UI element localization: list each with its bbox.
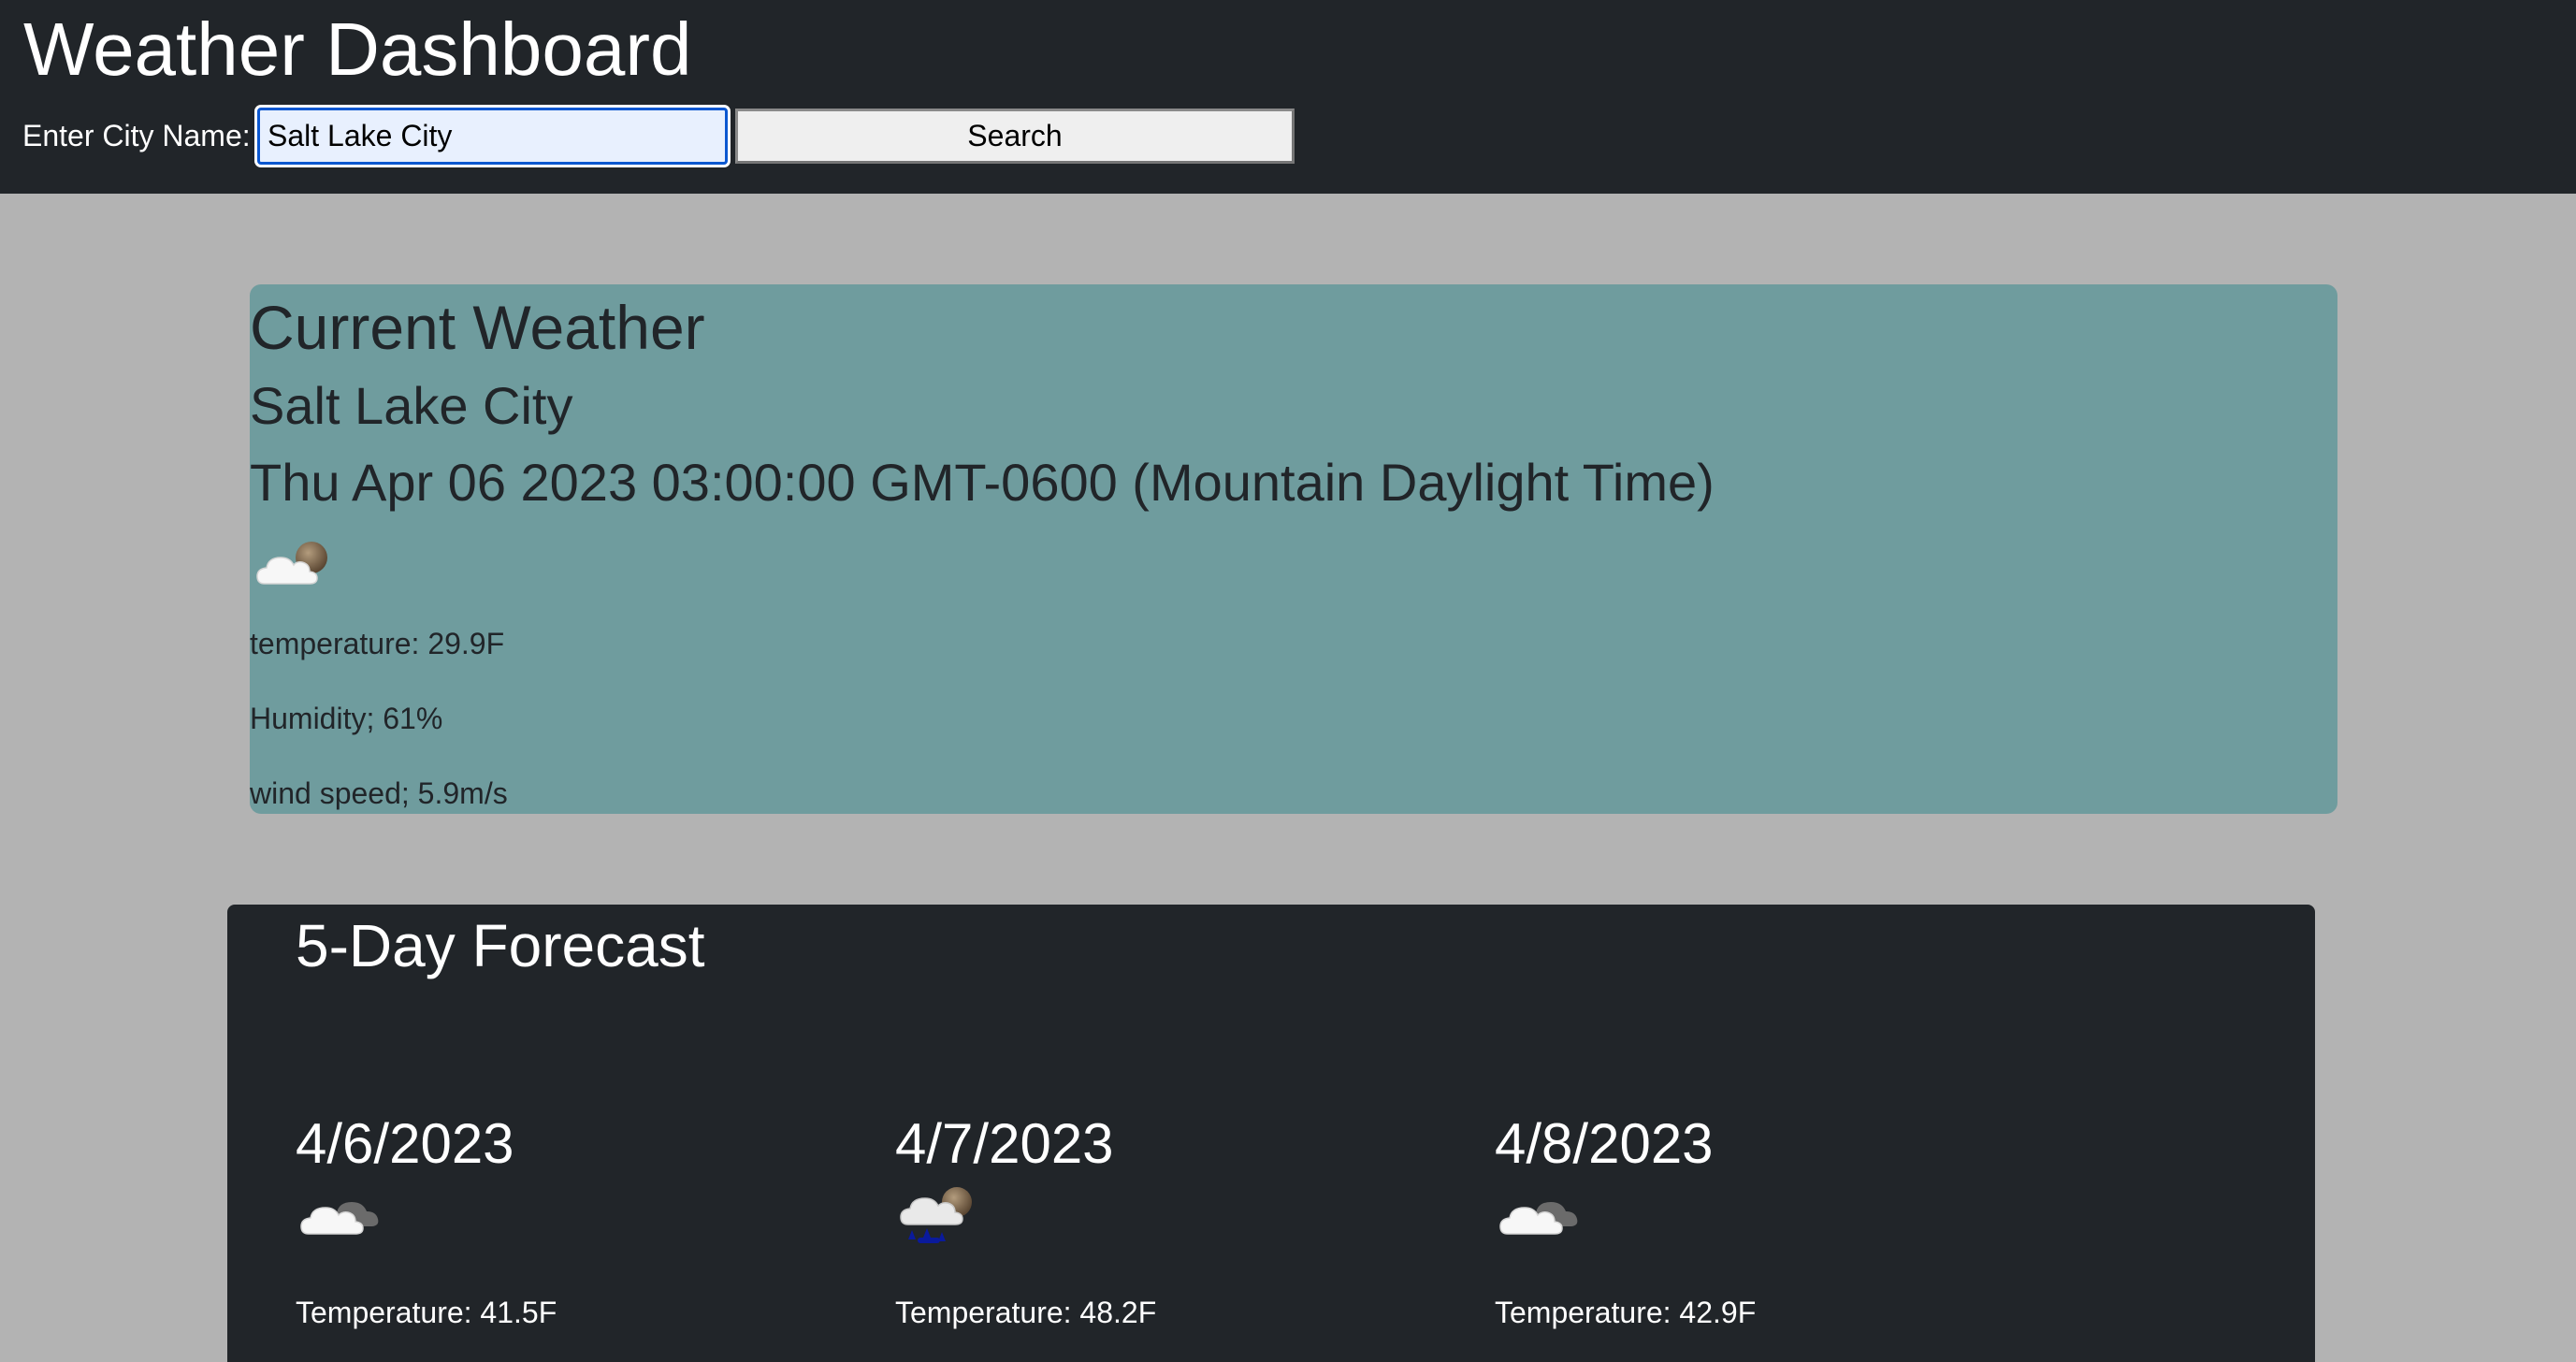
current-weather-card: Current Weather Salt Lake City Thu Apr 0… <box>250 284 2337 814</box>
top-bar: Weather Dashboard Enter City Name: Searc… <box>0 0 2576 194</box>
current-datetime: Thu Apr 06 2023 03:00:00 GMT-0600 (Mount… <box>250 453 1715 512</box>
forecast-day-card: 4/7/2023 Temperature: 48.2F <box>895 1110 1456 1354</box>
current-city-name: Salt Lake City <box>250 376 573 435</box>
forecast-date: 4/7/2023 <box>895 1112 1114 1175</box>
forecast-date: 4/8/2023 <box>1495 1112 1714 1175</box>
current-wind-speed: wind speed; 5.9m/s <box>250 776 508 810</box>
forecast-temperature: Temperature: 42.9F <box>1495 1296 1757 1329</box>
forecast-day-card: 4/6/2023 Temperature: 41.5F <box>296 1110 857 1354</box>
five-day-forecast-panel: 5-Day Forecast 4/6/2023 Temperature: 41.… <box>227 905 2315 1362</box>
broken-clouds-icon <box>1498 1185 1583 1246</box>
forecast-temperature: Temperature: 41.5F <box>296 1296 557 1329</box>
forecast-temperature: Temperature: 48.2F <box>895 1296 1157 1329</box>
search-button[interactable]: Search <box>735 109 1295 164</box>
current-weather-heading: Current Weather <box>250 293 705 362</box>
forecast-heading: 5-Day Forecast <box>296 912 705 979</box>
broken-clouds-icon <box>299 1185 384 1246</box>
forecast-day-card: 4/8/2023 Temperature: 42.9F <box>1495 1110 2056 1354</box>
rain-night-icon <box>899 1185 983 1250</box>
cloudy-night-icon <box>255 539 334 598</box>
current-temperature: temperature: 29.9F <box>250 627 505 660</box>
city-search-input[interactable] <box>257 108 728 165</box>
city-input-label: Enter City Name: <box>22 119 251 152</box>
current-humidity: Humidity; 61% <box>250 702 443 735</box>
forecast-date: 4/6/2023 <box>296 1112 514 1175</box>
app-title: Weather Dashboard <box>23 7 692 91</box>
